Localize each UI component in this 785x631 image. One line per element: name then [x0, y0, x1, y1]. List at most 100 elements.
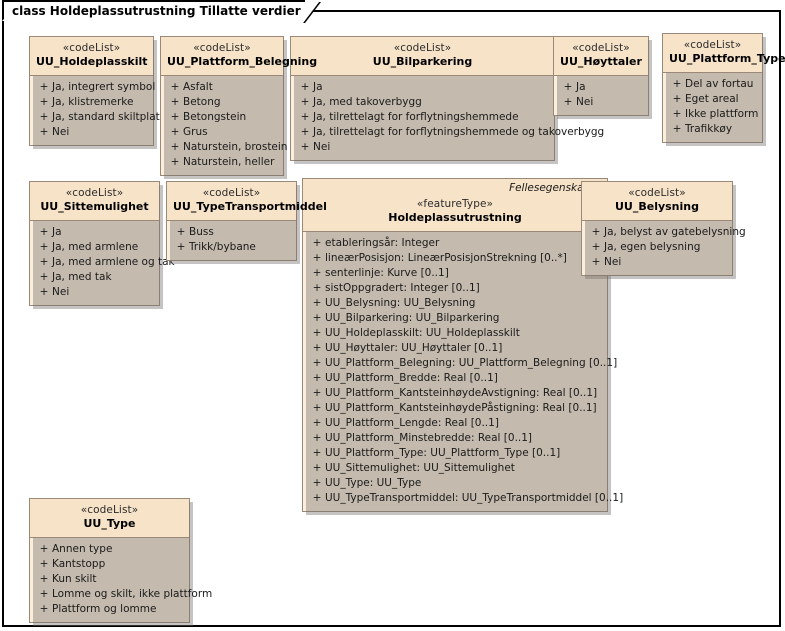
attribute-text: Naturstein, brostein — [183, 140, 288, 153]
attribute-row: + Ja, tilrettelagt for forflytningshemmed… — [293, 110, 552, 125]
attribute-row: + UU_Plattform_KantsteinhøydePåstigning: … — [305, 401, 605, 416]
class-box-uu-plattform-belegning[interactable]: «codeList» UU_Plattform_Belegning + Asfal… — [160, 36, 318, 179]
visibility-marker: + — [312, 326, 322, 339]
attribute-row: + Ja — [32, 225, 157, 240]
attribute-text: senterlinje: Kurve [0..1] — [325, 266, 449, 279]
attribute-text: Ja, klistremerke — [52, 95, 134, 108]
class-header: «codeList» UU_Type — [30, 499, 189, 538]
attribute-row: + Kantstopp — [32, 557, 187, 572]
attribute-row: + Ja, med takoverbygg — [293, 95, 552, 110]
visibility-marker: + — [672, 92, 682, 105]
attribute-text: Lomme og skilt, ikke plattform — [52, 587, 213, 600]
attribute-row: + UU_Sittemulighet: UU_Sittemulighet — [305, 461, 605, 476]
attribute-text: etableringsår: Integer — [325, 236, 440, 249]
visibility-marker: + — [39, 110, 49, 123]
attribute-row: + Ja, belyst av gatebelysning — [584, 225, 746, 240]
attribute-text: UU_Plattform_Lengde: Real [0..1] — [325, 416, 499, 429]
attribute-row: + Ja, standard skiltplate — [32, 110, 167, 125]
attribute-row: + sistOppgradert: Integer [0..1] — [305, 281, 605, 296]
attribute-row: + UU_Høyttaler: UU_Høyttaler [0..1] — [305, 341, 605, 356]
visibility-marker: + — [312, 236, 322, 249]
attribute-row: + Ja, med armlene — [32, 240, 157, 255]
visibility-marker: + — [672, 122, 682, 135]
attribute-row: + Naturstein, heller — [163, 155, 281, 170]
visibility-marker: + — [39, 557, 49, 570]
class-box-uu-plattform-type[interactable]: «codeList» UU_Plattform_Type + Del av for… — [662, 33, 785, 146]
visibility-marker: + — [563, 95, 573, 108]
class-name: UU_Type — [83, 517, 136, 531]
attribute-row: + UU_Plattform_KantsteinhøydeAvstigning: … — [305, 386, 605, 401]
class-header: «codeList» UU_TypeTransportmiddel — [167, 182, 327, 221]
class-box-holdeplassutrustning[interactable]: Fellesegenskaper «featureType» Holdeplas… — [302, 178, 623, 515]
attribute-text: Ja, med armlene og tak — [52, 255, 175, 268]
diagram-title: class Holdeplassutrustning Tillatte verd… — [12, 3, 301, 18]
attribute-text: UU_TypeTransportmiddel: UU_TypeTransport… — [325, 491, 624, 504]
attribute-text: Ja — [52, 225, 62, 238]
attribute-row: + Trikk/bybane — [169, 240, 294, 255]
attribute-text: Trikk/bybane — [189, 240, 256, 253]
attribute-text: Ja, tilrettelagt for forflytningshemmede — [313, 110, 519, 123]
class-name: UU_Plattform_Belegning — [167, 55, 318, 69]
visibility-marker: + — [300, 110, 310, 123]
attribute-text: UU_Sittemulighet: UU_Sittemulighet — [325, 461, 515, 474]
visibility-marker: + — [39, 125, 49, 138]
class-stereotype: «codeList» — [80, 504, 139, 516]
attribute-row: + senterlinje: Kurve [0..1] — [305, 266, 605, 281]
visibility-marker: + — [312, 356, 322, 369]
visibility-marker: + — [312, 401, 322, 414]
attribute-text: Kun skilt — [52, 572, 97, 585]
attribute-text: Ja, med tak — [52, 270, 112, 283]
attribute-text: Kantstopp — [52, 557, 106, 570]
class-box-uu-type[interactable]: «codeList» UU_Type + Annen type + Kantstop… — [29, 498, 212, 626]
visibility-marker: + — [591, 240, 601, 253]
visibility-marker: + — [591, 225, 601, 238]
attribute-row: + Ja — [293, 80, 552, 95]
visibility-marker: + — [312, 296, 322, 309]
visibility-marker: + — [176, 225, 186, 238]
visibility-marker: + — [312, 311, 322, 324]
attribute-text: UU_Plattform_Type: UU_Plattform_Type [0.… — [325, 446, 561, 459]
class-header: Fellesegenskaper «featureType» Holdeplas… — [303, 179, 607, 232]
attribute-row: + UU_Bilparkering: UU_Bilparkering — [305, 311, 605, 326]
class-stereotype: «codeList» — [572, 42, 630, 54]
attribute-row: + Nei — [584, 255, 730, 270]
attribute-row: + Naturstein, brostein — [163, 140, 288, 155]
visibility-marker: + — [39, 602, 49, 615]
attribute-row: + UU_Plattform_Belegning: UU_Plattform_Be… — [305, 356, 618, 371]
class-name: Holdeplassutrustning — [388, 211, 522, 225]
attribute-row: + Eget areal — [665, 92, 760, 107]
visibility-marker: + — [39, 240, 49, 253]
class-box-uu-holdeplasskilt[interactable]: «codeList» UU_Holdeplasskilt + Ja, integr… — [29, 36, 167, 149]
class-attribute-list: + Ja + Ja, med takoverbygg + Ja, tilrettela… — [291, 76, 605, 160]
attribute-row: + Betongstein — [163, 110, 281, 125]
class-header: «codeList» UU_Belysning — [582, 182, 732, 221]
class-box-uu-belysning[interactable]: «codeList» UU_Belysning + Ja, belyst av g… — [581, 181, 746, 279]
class-name: UU_TypeTransportmiddel — [173, 200, 327, 214]
visibility-marker: + — [39, 95, 49, 108]
class-name: UU_Bilparkering — [372, 55, 473, 69]
attribute-text: Ja, tilrettelagt for forflytningshemmede… — [313, 125, 605, 138]
class-box-uu-sittemulighet[interactable]: «codeList» UU_Sittemulighet + Ja + Ja, med… — [29, 181, 175, 309]
class-box-uu-hoyttaler[interactable]: «codeList» UU_Høyttaler + Ja + Nei — [553, 36, 652, 119]
attribute-text: UU_Plattform_KantsteinhøydePåstigning: R… — [325, 401, 597, 414]
attribute-row: + Ja, tilrettelagt for forflytningshemmed… — [293, 125, 605, 140]
attribute-text: Plattform og lomme — [52, 602, 157, 615]
attribute-text: Ja — [576, 80, 586, 93]
visibility-marker: + — [312, 431, 322, 444]
attribute-text: UU_Holdeplasskilt: UU_Holdeplasskilt — [325, 326, 520, 339]
visibility-marker: + — [312, 416, 322, 429]
attribute-text: Ja, egen belysning — [604, 240, 701, 253]
class-box-uu-typetransportmiddel[interactable]: «codeList» UU_TypeTransportmiddel + Buss … — [166, 181, 327, 264]
visibility-marker: + — [39, 542, 49, 555]
class-box-uu-bilparkering[interactable]: «codeList» UU_Bilparkering + Ja + Ja, med … — [290, 36, 605, 164]
attribute-row: + UU_Plattform_Minstebredde: Real [0..1] — [305, 431, 605, 446]
attribute-row: + Del av fortau — [665, 77, 760, 92]
visibility-marker: + — [39, 255, 49, 268]
visibility-marker: + — [170, 80, 180, 93]
attribute-row: + Nei — [32, 285, 157, 300]
visibility-marker: + — [39, 80, 49, 93]
visibility-marker: + — [39, 225, 49, 238]
diagram-title-tab: class Holdeplassutrustning Tillatte verd… — [2, 0, 321, 23]
visibility-marker: + — [170, 95, 180, 108]
attribute-text: UU_Plattform_KantsteinhøydeAvstigning: R… — [325, 386, 598, 399]
